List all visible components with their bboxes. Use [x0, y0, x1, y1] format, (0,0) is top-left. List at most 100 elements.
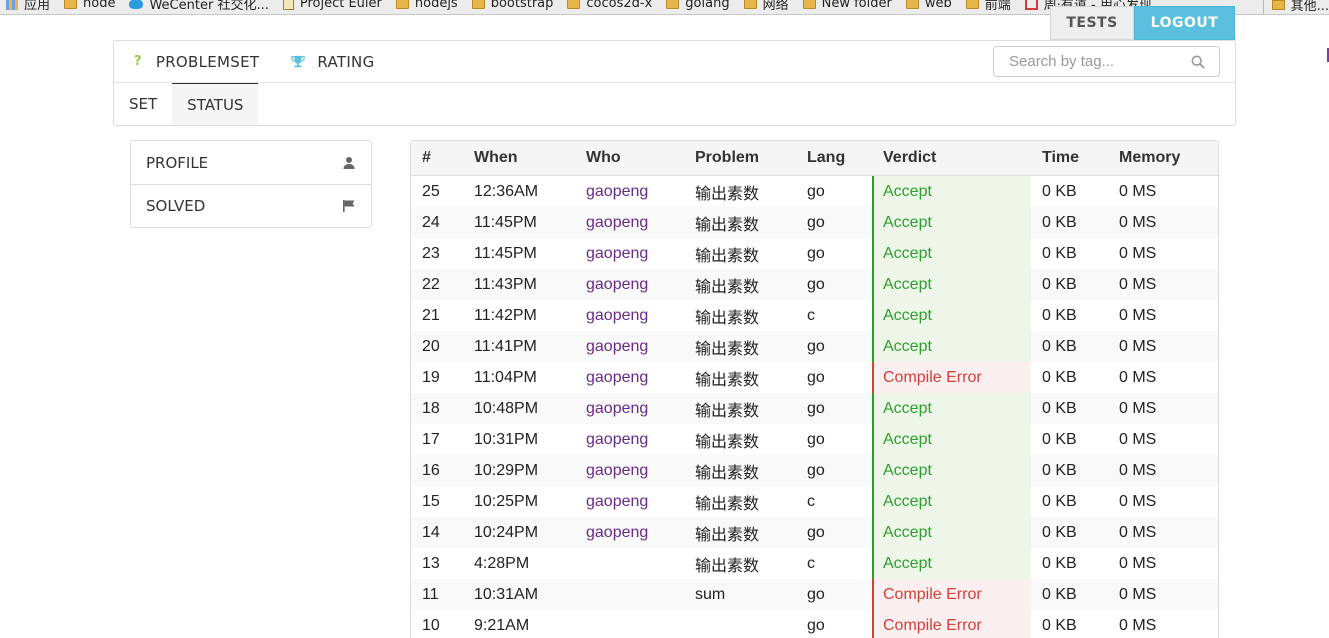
cell-verdict[interactable]: Accept [872, 455, 1031, 486]
cell-who[interactable]: gaopeng [575, 424, 684, 455]
cell-id: 23 [422, 244, 440, 262]
cell-who[interactable]: gaopeng [575, 362, 684, 393]
cell-memory: 0 MS [1108, 517, 1218, 548]
cell-who[interactable]: gaopeng [575, 238, 684, 269]
cell-verdict[interactable]: Compile Error [872, 362, 1031, 393]
table-row: 11 10:31AM sum go Compile Error 0 KB 0 MS [411, 579, 1218, 610]
table-row: 17 10:31PM gaopeng 输出素数 go Accept 0 KB 0 MS [411, 424, 1218, 455]
cell-id: 17 [422, 430, 440, 448]
cell-problem[interactable]: 输出素数 [684, 207, 796, 238]
cell-who[interactable]: gaopeng [575, 486, 684, 517]
bookmark-label: golang [685, 0, 730, 11]
cell-lang: go [796, 393, 872, 424]
cell-problem[interactable]: 输出素数 [684, 331, 796, 362]
cell-problem[interactable]: 输出素数 [684, 238, 796, 269]
sidebar-item-solved[interactable]: SOLVED [131, 184, 371, 227]
table-row: 14 10:24PM gaopeng 输出素数 go Accept 0 KB 0 MS [411, 517, 1218, 548]
logout-button[interactable]: LOGOUT [1134, 6, 1235, 40]
cell-time: 0 KB [1031, 455, 1108, 486]
table-row: 24 11:45PM gaopeng 输出素数 go Accept 0 KB 0 MS [411, 207, 1218, 238]
sidebar-item-profile[interactable]: PROFILE [131, 141, 371, 184]
cell-memory: 0 MS [1119, 368, 1157, 386]
search-input[interactable] [1009, 53, 1179, 70]
cell-problem[interactable]: 输出素数 [684, 300, 796, 331]
cell-verdict[interactable]: Accept [872, 269, 1031, 300]
folder-icon [802, 0, 816, 9]
cell-verdict[interactable]: Accept [872, 331, 1031, 362]
tab-status[interactable]: STATUS [172, 82, 259, 125]
cell-when: 9:21AM [474, 616, 530, 634]
cell-when: 4:28PM [474, 554, 530, 572]
bookmark-label: 其他... [1290, 0, 1329, 14]
page-icon [282, 0, 294, 10]
cell-who[interactable]: gaopeng [575, 300, 684, 331]
cell-verdict[interactable]: Accept [872, 207, 1031, 238]
search-icon[interactable] [1191, 55, 1205, 69]
cell-lang: c [807, 492, 815, 510]
tab-set[interactable]: SET [114, 83, 172, 125]
cell-who[interactable]: gaopeng [575, 517, 684, 548]
red-square-icon [1024, 0, 1038, 10]
cell-when: 11:42PM [474, 306, 537, 324]
folder-icon [743, 0, 757, 9]
cell-problem[interactable]: 输出素数 [684, 517, 796, 548]
cell-who[interactable]: gaopeng [575, 176, 684, 207]
cell-id: 14 [411, 517, 463, 548]
cell-problem[interactable]: 输出素数 [684, 548, 796, 579]
bookmark-project-euler[interactable]: Project Euler [282, 0, 382, 11]
cell-verdict[interactable]: Accept [872, 176, 1031, 207]
cell-problem[interactable]: 输出素数 [684, 269, 796, 300]
cell-problem[interactable]: 输出素数 [684, 176, 796, 207]
folder-icon [64, 0, 78, 9]
col-header-id: # [411, 141, 463, 176]
cell-who[interactable]: gaopeng [575, 455, 684, 486]
tests-button[interactable]: TESTS [1050, 6, 1134, 40]
bookmark-bootstrap[interactable]: bootstrap [471, 0, 553, 11]
bookmark-new-folder[interactable]: New folder [802, 0, 892, 11]
cell-lang: go [796, 331, 872, 362]
cell-verdict[interactable]: Compile Error [872, 579, 1031, 610]
cell-verdict[interactable]: Accept [872, 238, 1031, 269]
cell-problem[interactable]: 输出素数 [684, 455, 796, 486]
nav-problemset[interactable]: ? PROBLEMSET [114, 41, 275, 83]
cell-problem[interactable]: 输出素数 [684, 393, 796, 424]
cell-lang: go [807, 430, 825, 448]
bookmark-golang[interactable]: golang [666, 0, 730, 11]
col-header-lang: Lang [796, 141, 872, 176]
cell-problem[interactable]: 输出素数 [684, 486, 796, 517]
nav-rating[interactable]: RATING [275, 41, 390, 83]
cell-who[interactable]: gaopeng [575, 207, 684, 238]
bookmark-label: New folder [821, 0, 892, 11]
cell-verdict[interactable]: Accept [872, 300, 1031, 331]
cell-problem[interactable]: 输出素数 [684, 424, 796, 455]
cell-lang: go [807, 244, 825, 262]
bookmark-wecenter[interactable]: WeCenter 社交化... [129, 0, 269, 13]
cell-verdict[interactable]: Accept [872, 424, 1031, 455]
bookmark-network[interactable]: 网络 [743, 0, 789, 13]
bookmark-node[interactable]: node [64, 0, 115, 11]
sidebar: PROFILE SOLVED [130, 140, 372, 228]
cell-who[interactable]: gaopeng [575, 393, 684, 424]
bookmark-apps[interactable]: 应用 [0, 0, 50, 13]
bookmark-web[interactable]: web [905, 0, 952, 11]
status-table-body: 25 12:36AM gaopeng 输出素数 go Accept 0 KB 0 MS 24 11… [411, 176, 1218, 638]
cell-verdict[interactable]: Accept [872, 486, 1031, 517]
bookmark-cocos2d[interactable]: cocos2d-x [567, 0, 652, 11]
cell-when: 10:31PM [474, 430, 539, 448]
bookmark-other[interactable]: 其他... [1262, 0, 1329, 14]
cell-verdict[interactable]: Accept [872, 393, 1031, 424]
cell-lang: c [807, 306, 815, 324]
cell-lang: go [796, 517, 872, 548]
cell-verdict[interactable]: Compile Error [872, 610, 1031, 638]
cell-who[interactable]: gaopeng [575, 331, 684, 362]
cell-verdict[interactable]: Accept [872, 548, 1031, 579]
cell-memory: 0 MS [1108, 579, 1218, 610]
folder-icon [965, 0, 979, 9]
cell-verdict[interactable]: Accept [872, 517, 1031, 548]
cell-who[interactable]: gaopeng [575, 269, 684, 300]
cell-problem[interactable]: 输出素数 [684, 362, 796, 393]
cell-problem[interactable]: sum [684, 579, 796, 610]
bookmark-frontend[interactable]: 前端 [965, 0, 1011, 13]
cell-lang: go [796, 455, 872, 486]
bookmark-nodejs[interactable]: nodejs [395, 0, 458, 11]
